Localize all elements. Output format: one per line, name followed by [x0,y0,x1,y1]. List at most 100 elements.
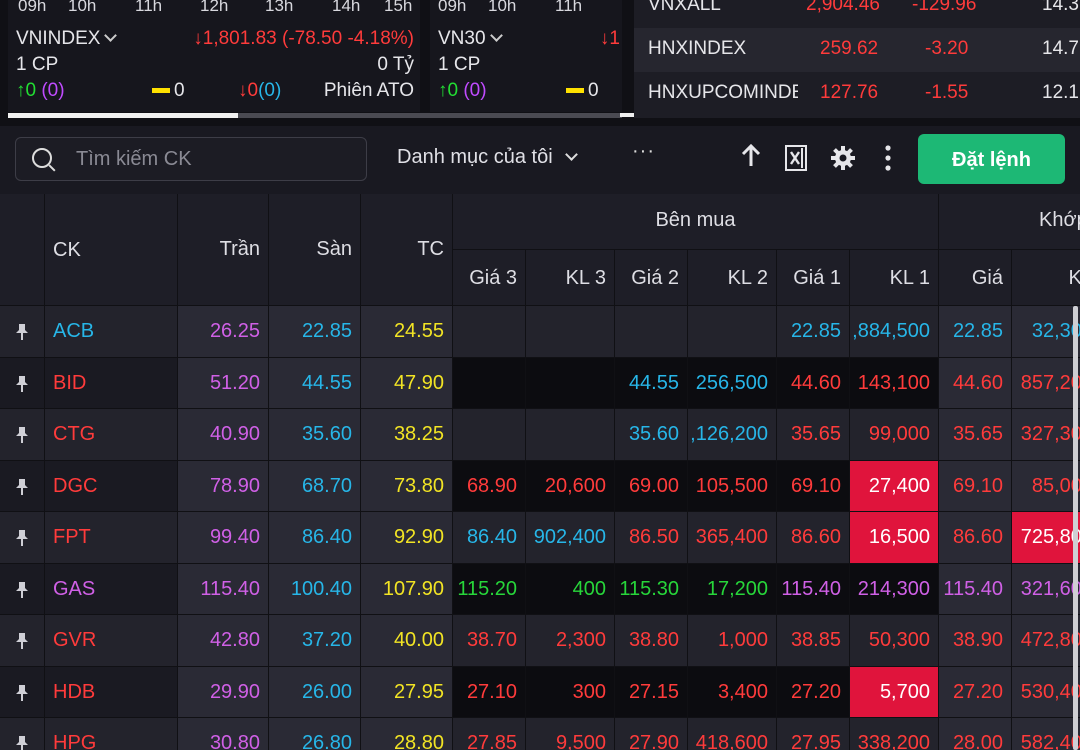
bid-volume-2[interactable]: 256,500 [688,357,777,409]
bid-volume-2[interactable]: 17,200 [688,563,777,615]
match-price[interactable]: 35.65 [939,409,1012,461]
bid-volume-2[interactable]: 365,400 [688,512,777,564]
index-row[interactable]: HNXINDEX 259.62 -3.20 14.7 [634,28,1080,72]
bid-price-1[interactable]: 69.10 [777,460,850,512]
bid-volume-2[interactable]: ,126,200 [688,409,777,461]
bid-price-2[interactable]: 86.50 [615,512,688,564]
match-price[interactable]: 38.90 [939,615,1012,667]
watchlist-dropdown[interactable]: Danh mục của tôi [397,146,578,169]
scrollbar-thumb[interactable] [8,113,238,118]
bid-price-3[interactable]: 68.90 [453,460,526,512]
pin-icon[interactable] [0,563,45,615]
search-box[interactable] [15,137,367,181]
pin-icon[interactable] [0,357,45,409]
bid-price-1[interactable]: 35.65 [777,409,850,461]
bid-volume-3[interactable] [526,357,615,409]
pin-icon[interactable] [0,512,45,564]
symbol-dgc[interactable]: DGC [45,460,178,512]
match-price[interactable]: 28.00 [939,718,1012,750]
symbol-hdb[interactable]: HDB [45,666,178,718]
bid-volume-2[interactable]: 105,500 [688,460,777,512]
match-price[interactable]: 115.40 [939,563,1012,615]
bid-volume-3[interactable] [526,409,615,461]
bid-volume-1[interactable]: 50,300 [850,615,939,667]
chevron-down-icon[interactable] [104,29,118,42]
bid-price-2[interactable]: 69.00 [615,460,688,512]
bid-volume-1[interactable]: 214,300 [850,563,939,615]
bid-volume-2[interactable]: 418,600 [688,718,777,750]
bid-price-3[interactable]: 27.85 [453,718,526,750]
bid-volume-3[interactable]: 9,500 [526,718,615,750]
excel-export-icon[interactable] [782,144,812,179]
symbol-bid[interactable]: BID [45,357,178,409]
header-buy-col[interactable]: KL 3 [526,250,615,306]
bid-price-3[interactable] [453,409,526,461]
bid-price-1[interactable]: 86.60 [777,512,850,564]
bid-price-1[interactable]: 38.85 [777,615,850,667]
bid-price-1[interactable]: 22.85 [777,306,850,358]
bid-price-3[interactable]: 38.70 [453,615,526,667]
header-ck[interactable]: CK [45,194,178,306]
vertical-scrollbar[interactable] [1073,306,1078,750]
search-input[interactable] [74,144,358,174]
arrow-up-icon[interactable] [738,143,764,175]
header-reference[interactable]: TC [361,194,453,306]
chevron-down-icon[interactable] [489,29,503,42]
header-buy-col[interactable]: Giá 3 [453,250,526,306]
pin-icon[interactable] [0,460,45,512]
bid-price-2[interactable]: 35.60 [615,409,688,461]
bid-volume-1[interactable]: 16,500 [850,512,939,564]
match-price[interactable]: 22.85 [939,306,1012,358]
bid-price-2[interactable]: 27.90 [615,718,688,750]
pin-icon[interactable] [0,409,45,461]
index-name[interactable]: VNINDEX [16,28,100,49]
header-match-col[interactable]: KL [1012,250,1080,306]
match-volume[interactable]: 857,200 [1012,357,1080,409]
symbol-ctg[interactable]: CTG [45,409,178,461]
kebab-menu-icon[interactable] [878,144,898,179]
bid-price-2[interactable]: 115.30 [615,563,688,615]
bid-volume-1[interactable]: ,884,500 [850,306,939,358]
bid-volume-1[interactable]: 338,200 [850,718,939,750]
bid-volume-1[interactable]: 5,700 [850,666,939,718]
bid-price-1[interactable]: 27.20 [777,666,850,718]
bid-price-2[interactable]: 27.15 [615,666,688,718]
bid-volume-3[interactable]: 2,300 [526,615,615,667]
index-row[interactable]: HNXUPCOMINDE 127.76 -1.55 12.1 [634,72,1080,116]
match-volume[interactable]: 530,400 [1012,666,1080,718]
match-price[interactable]: 27.20 [939,666,1012,718]
bid-volume-3[interactable]: 20,600 [526,460,615,512]
match-price[interactable]: 44.60 [939,357,1012,409]
bid-price-1[interactable]: 27.95 [777,718,850,750]
match-volume[interactable]: 582,400 [1012,718,1080,750]
header-match-col[interactable]: Giá [939,250,1012,306]
bid-price-1[interactable]: 44.60 [777,357,850,409]
bid-volume-1[interactable]: 99,000 [850,409,939,461]
header-buy-col[interactable]: Giá 2 [615,250,688,306]
bid-volume-3[interactable] [526,306,615,358]
header-floor[interactable]: Sàn [269,194,361,306]
match-volume[interactable]: 321,600 [1012,563,1080,615]
index-card-vn30[interactable]: 09h 10h 11h VN30 ↓1 1 CP ↑0 (0) 0 [430,0,622,112]
symbol-hpg[interactable]: HPG [45,718,178,750]
more-options-icon[interactable]: ··· [632,140,655,163]
match-volume[interactable]: 85,000 [1012,460,1080,512]
index-card-vnindex[interactable]: 09h 10h 11h 12h 13h 14h 15h VNINDEX ↓1,8… [8,0,420,112]
symbol-gvr[interactable]: GVR [45,615,178,667]
match-volume[interactable]: 32,300 [1012,306,1080,358]
match-price[interactable]: 86.60 [939,512,1012,564]
gear-icon[interactable] [828,144,858,179]
header-buy-col[interactable]: KL 1 [850,250,939,306]
bid-volume-3[interactable]: 400 [526,563,615,615]
bid-price-2[interactable]: 38.80 [615,615,688,667]
header-ceiling[interactable]: Trần [178,194,269,306]
bid-volume-2[interactable]: 1,000 [688,615,777,667]
header-buy-col[interactable]: KL 2 [688,250,777,306]
match-volume[interactable]: 327,300 [1012,409,1080,461]
bid-price-1[interactable]: 115.40 [777,563,850,615]
place-order-button[interactable]: Đặt lệnh [918,134,1065,184]
header-buy-col[interactable]: Giá 1 [777,250,850,306]
match-volume[interactable]: 472,800 [1012,615,1080,667]
bid-price-2[interactable] [615,306,688,358]
bid-volume-2[interactable] [688,306,777,358]
